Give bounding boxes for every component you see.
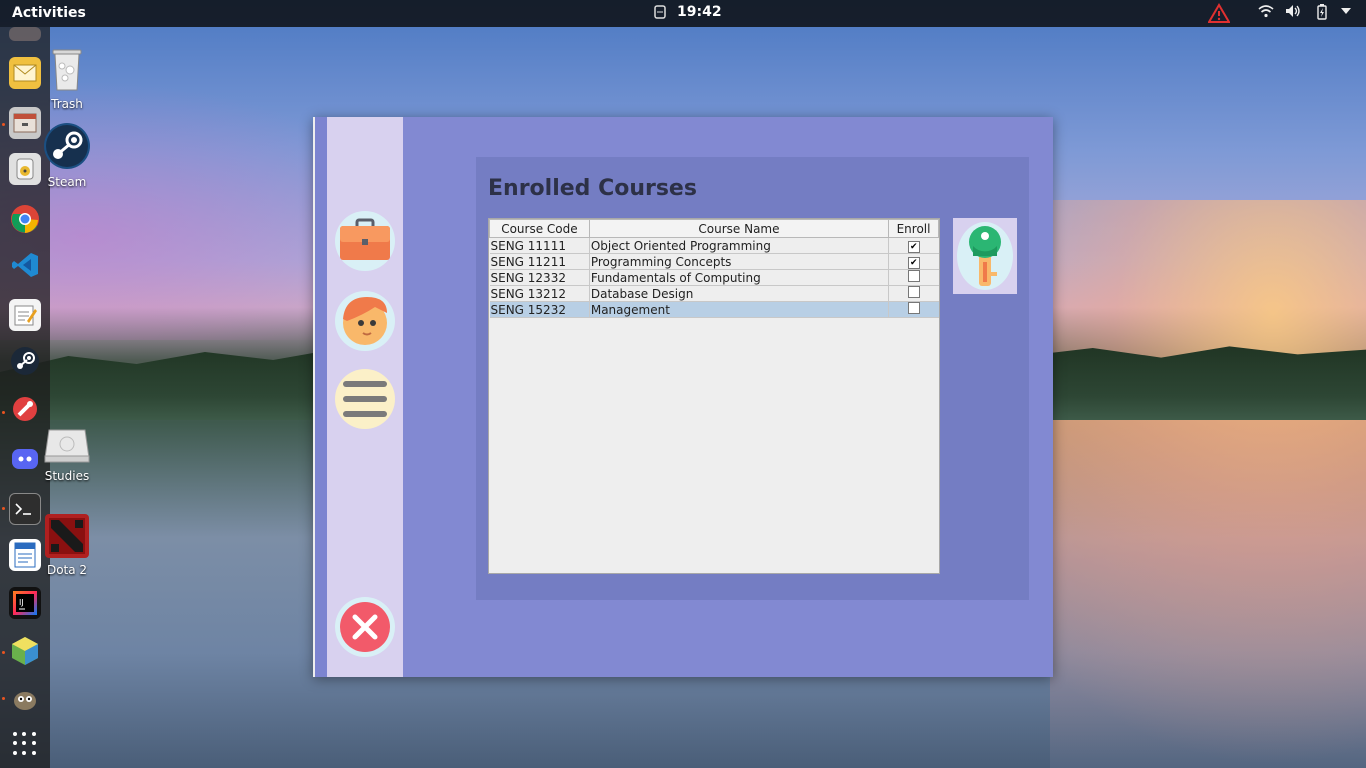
desktop-trash-label: Trash: [51, 97, 83, 111]
menu-nav-button[interactable]: [333, 367, 397, 431]
table-row[interactable]: SENG 12332 Fundamentals of Computing: [489, 269, 939, 286]
course-name-cell: Database Design: [588, 285, 889, 302]
key-icon: [957, 222, 1013, 290]
svg-text:IJ: IJ: [19, 598, 24, 607]
enroll-cell: [888, 269, 939, 286]
dock-running-dot: [2, 651, 5, 654]
desktop-studies[interactable]: Studies: [37, 428, 97, 483]
course-code-cell: SENG 15232: [489, 301, 590, 318]
system-menu-chevron-down-icon[interactable]: [1340, 5, 1352, 20]
course-name-cell: Management: [588, 301, 889, 318]
dock-tools-icon[interactable]: [9, 393, 41, 425]
course-code-cell: SENG 12332: [489, 269, 590, 286]
dock-running-dot: [2, 697, 5, 700]
drive-icon: [37, 428, 97, 467]
dock-cube-app-icon[interactable]: [9, 635, 41, 667]
avatar-icon: [335, 291, 395, 351]
desktop-dota2-label: Dota 2: [46, 563, 88, 577]
dock-partial-app-icon[interactable]: [9, 27, 41, 41]
show-applications-icon[interactable]: [13, 732, 37, 756]
briefcase-icon: [335, 211, 395, 271]
dock-gimp-icon[interactable]: [9, 683, 41, 715]
dota2-icon: [37, 514, 97, 561]
desktop-trash[interactable]: Trash: [37, 46, 97, 111]
table-row[interactable]: SENG 13212 Database Design: [489, 285, 939, 302]
activities-button[interactable]: Activities: [12, 5, 86, 21]
close-icon: [335, 597, 395, 657]
page-title: Enrolled Courses: [488, 176, 697, 201]
enroll-checkbox[interactable]: [907, 286, 920, 298]
column-header-course-name[interactable]: Course Name: [588, 219, 890, 238]
app-sidebar: [327, 117, 403, 677]
course-name-cell: Fundamentals of Computing: [588, 269, 889, 286]
desktop-steam-label: Steam: [47, 175, 87, 189]
course-code-cell: SENG 11111: [489, 237, 590, 254]
top-bar: Activities 19:42: [0, 0, 1366, 27]
enroll-checkbox[interactable]: ✔: [907, 241, 920, 253]
dock-running-dot: [2, 411, 5, 414]
clock-icon: [654, 5, 666, 19]
wallpaper-reflection: [1050, 420, 1366, 768]
steam-icon: [37, 122, 97, 173]
trash-icon: [37, 46, 97, 95]
course-name-cell: Programming Concepts: [588, 253, 889, 270]
dock-intellij-icon[interactable]: IJ: [9, 587, 41, 619]
enroll-cell: ✔: [888, 237, 939, 254]
warning-icon[interactable]: [1207, 3, 1231, 27]
window-left-edge: [313, 117, 327, 677]
enroll-checkbox[interactable]: [907, 270, 920, 282]
course-name-cell: Object Oriented Programming: [588, 237, 889, 254]
dock-steam-icon[interactable]: [9, 345, 41, 377]
column-header-course-code[interactable]: Course Code: [489, 219, 590, 238]
wifi-icon[interactable]: [1258, 4, 1274, 22]
course-code-cell: SENG 11211: [489, 253, 590, 270]
courses-table: Course Code Course Name Enroll SENG 1111…: [489, 219, 939, 318]
table-row[interactable]: SENG 11111 Object Oriented Programming ✔: [489, 237, 939, 254]
enroll-cell: [888, 301, 939, 318]
list-menu-icon: [335, 369, 395, 429]
close-button[interactable]: [333, 595, 397, 659]
desktop-dota2[interactable]: Dota 2: [37, 514, 97, 577]
battery-icon[interactable]: [1316, 4, 1328, 24]
table-header-row: Course Code Course Name Enroll: [489, 219, 939, 238]
column-header-enroll[interactable]: Enroll: [888, 219, 939, 238]
courses-table-container[interactable]: Course Code Course Name Enroll SENG 1111…: [488, 218, 940, 574]
volume-icon[interactable]: [1285, 4, 1301, 22]
profile-nav-button[interactable]: [333, 289, 397, 353]
enrollment-app-window: Enrolled Courses Course Code Course Name…: [313, 117, 1053, 677]
table-row[interactable]: SENG 11211 Programming Concepts ✔: [489, 253, 939, 270]
table-row-selected[interactable]: SENG 15232 Management: [489, 301, 939, 318]
dock-running-dot: [2, 507, 5, 510]
enroll-checkbox[interactable]: [907, 302, 920, 314]
enroll-cell: [888, 285, 939, 302]
clock[interactable]: 19:42: [677, 4, 722, 20]
dock-chrome-icon[interactable]: [9, 203, 41, 235]
desktop-steam[interactable]: Steam: [37, 122, 97, 189]
dock-vscode-icon[interactable]: [9, 249, 41, 281]
dock-text-editor-icon[interactable]: [9, 299, 41, 331]
enrolled-courses-panel: Enrolled Courses Course Code Course Name…: [476, 157, 1029, 600]
enroll-key-button[interactable]: [953, 218, 1017, 294]
dock-running-dot: [2, 123, 5, 126]
enroll-checkbox[interactable]: ✔: [907, 257, 920, 269]
enroll-cell: ✔: [888, 253, 939, 270]
courses-nav-button[interactable]: [333, 209, 397, 273]
course-code-cell: SENG 13212: [489, 285, 590, 302]
desktop-studies-label: Studies: [44, 469, 90, 483]
